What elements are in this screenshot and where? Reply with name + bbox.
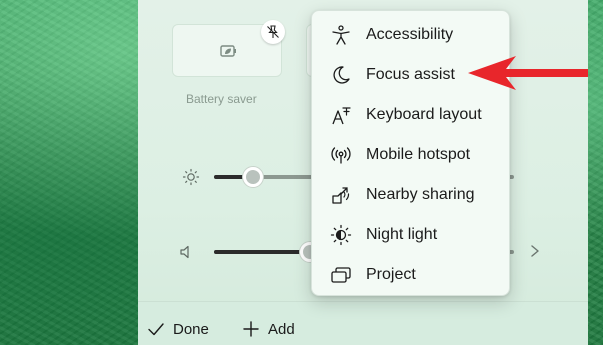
done-label: Done [173,320,209,338]
menu-item-label: Mobile hotspot [366,146,471,163]
volume-slider-fill [214,250,306,254]
speaker-icon [180,245,189,259]
unpin-button[interactable] [261,20,285,44]
night-light-icon [330,224,352,246]
menu-item-label: Night light [366,226,438,243]
menu-item-accessibility[interactable]: Accessibility [312,15,509,55]
battery-leaf-icon [220,45,236,57]
menu-item-label: Accessibility [366,26,454,43]
unpin-icon [267,25,279,38]
menu-item-label: Focus assist [366,66,455,83]
battery-saver-label: Battery saver [186,92,257,106]
keyboard-layout-icon [332,107,351,125]
brightness-icon [182,168,200,186]
menu-item-keyboard-layout[interactable]: Keyboard layout [312,95,509,135]
red-arrow-annotation [468,56,588,90]
plus-icon [243,321,259,337]
menu-item-label: Keyboard layout [366,106,482,123]
done-button[interactable]: Done [147,320,209,338]
add-label: Add [268,320,295,338]
menu-item-project[interactable]: Project [312,255,509,295]
add-button[interactable]: Add [242,320,295,338]
project-icon [331,267,351,283]
moon-icon [333,66,350,84]
nearby-share-icon [332,187,350,204]
menu-item-nearby-sharing[interactable]: Nearby sharing [312,175,509,215]
checkmark-icon [148,323,164,336]
menu-item-night-light[interactable]: Night light [312,215,509,255]
menu-item-label: Nearby sharing [366,186,475,203]
chevron-right-icon[interactable] [529,243,541,259]
add-tile-menu: Accessibility Focus assist Keyboard layo… [311,10,510,296]
menu-item-mobile-hotspot[interactable]: Mobile hotspot [312,135,509,175]
menu-item-label: Project [366,266,416,283]
brightness-slider-thumb[interactable] [242,166,264,188]
hotspot-icon [331,147,351,164]
accessibility-icon [332,25,350,45]
